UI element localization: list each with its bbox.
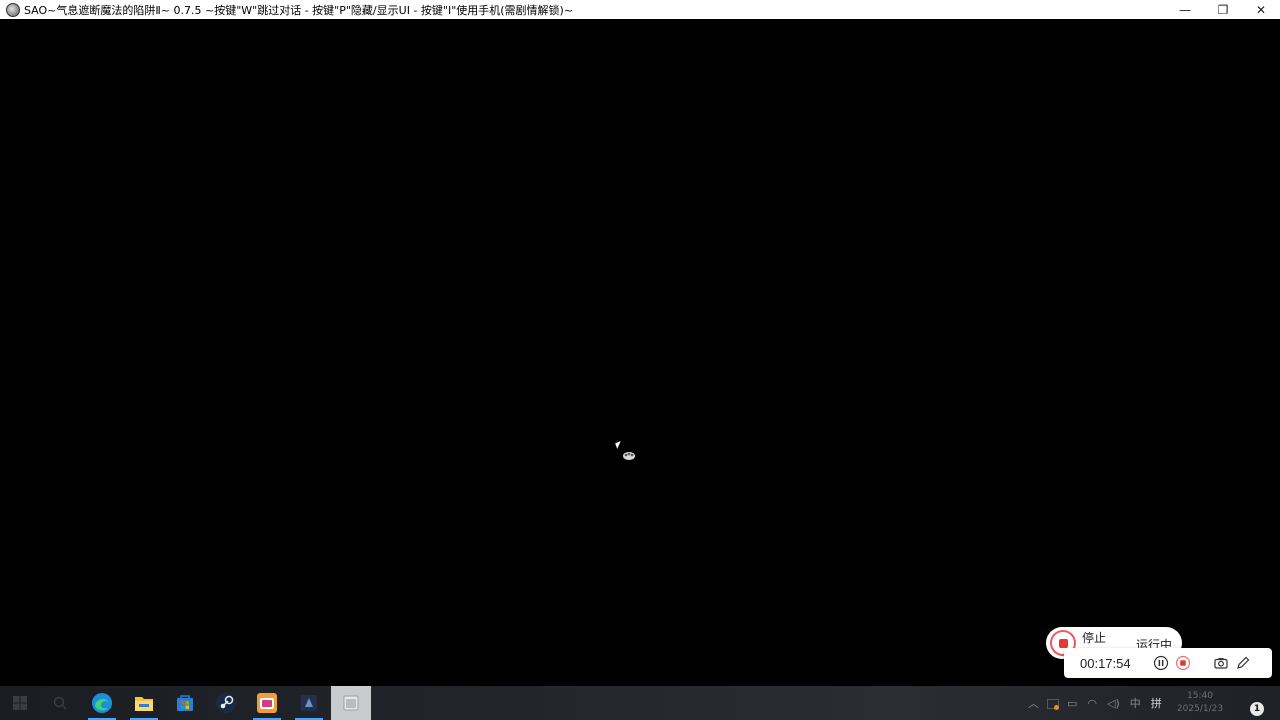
pause-button[interactable] — [1150, 652, 1172, 674]
recorder-timer: 00:17:54 — [1080, 655, 1131, 671]
game-icon — [301, 695, 317, 711]
taskbar-app-explorer[interactable] — [124, 686, 164, 720]
taskbar-app-store[interactable] — [165, 686, 205, 720]
search-icon — [53, 696, 67, 710]
minimize-button[interactable]: — — [1166, 0, 1204, 19]
search-button[interactable] — [40, 686, 80, 720]
ime-settings-indicator[interactable]: 拼 — [1151, 695, 1162, 711]
taskbar-app-launcher[interactable] — [247, 686, 287, 720]
recorder-toolbar: 00:17:54 — [1064, 648, 1272, 678]
restore-button[interactable]: ❐ — [1204, 0, 1242, 19]
battery-icon[interactable]: ▭ — [1067, 697, 1077, 710]
store-icon — [177, 695, 193, 711]
screenshot-button[interactable] — [1210, 652, 1232, 674]
taskbar-app-edge[interactable] — [82, 686, 122, 720]
game-launcher-icon — [257, 693, 277, 713]
app-root: SAO~气息遮断魔法的陷阱Ⅱ~ 0.7.5 ~按键"W"跳过对话 - 按键"P"… — [0, 0, 1280, 720]
taskbar-clock[interactable]: 15:40 2025/1/23 — [1170, 690, 1230, 716]
taskbar-app-window[interactable] — [331, 686, 371, 720]
stop-icon — [1175, 655, 1191, 671]
window-titlebar[interactable]: SAO~气息遮断魔法的陷阱Ⅱ~ 0.7.5 ~按键"W"跳过对话 - 按键"P"… — [0, 0, 1280, 19]
camera-icon — [1214, 658, 1228, 669]
ime-mode-indicator[interactable]: 中 — [1130, 695, 1141, 711]
edge-icon — [92, 693, 112, 713]
start-icon — [13, 696, 27, 710]
system-tray: ︿ ▭ ◠ ◁) 中 拼 — [1028, 686, 1162, 720]
volume-icon[interactable]: ◁) — [1107, 697, 1120, 710]
stop-recording-button[interactable] — [1172, 652, 1194, 674]
show-hidden-icons-icon[interactable]: ︿ — [1028, 695, 1039, 711]
window-title: SAO~气息遮断魔法的陷阱Ⅱ~ 0.7.5 ~按键"W"跳过对话 - 按键"P"… — [24, 3, 574, 17]
notification-badge[interactable]: 1 — [1250, 702, 1264, 716]
close-button[interactable]: ✕ — [1242, 0, 1280, 19]
window-controls: — ❐ ✕ — [1166, 0, 1280, 19]
taskbar: ︿ ▭ ◠ ◁) 中 拼 15:40 2025/1/23 — [0, 686, 1280, 720]
app-icon — [6, 2, 20, 17]
window-icon — [343, 695, 359, 711]
steam-icon — [216, 693, 236, 713]
taskbar-app-steam[interactable] — [206, 686, 246, 720]
pause-icon — [1153, 655, 1169, 671]
file-explorer-icon — [135, 697, 153, 711]
annotate-button[interactable] — [1232, 652, 1254, 674]
taskbar-app-game[interactable] — [289, 686, 329, 720]
clock-time: 15:40 — [1187, 691, 1213, 701]
network-icon[interactable]: ◠ — [1087, 697, 1097, 710]
clock-date: 2025/1/23 — [1176, 704, 1224, 714]
pencil-icon — [1237, 656, 1250, 669]
tray-app-icon[interactable] — [1047, 697, 1059, 710]
recorder-stop-label: 停止 — [1082, 631, 1107, 645]
busy-indicator-icon — [623, 452, 635, 460]
start-button[interactable] — [0, 686, 40, 720]
game-viewport[interactable] — [0, 19, 1280, 686]
